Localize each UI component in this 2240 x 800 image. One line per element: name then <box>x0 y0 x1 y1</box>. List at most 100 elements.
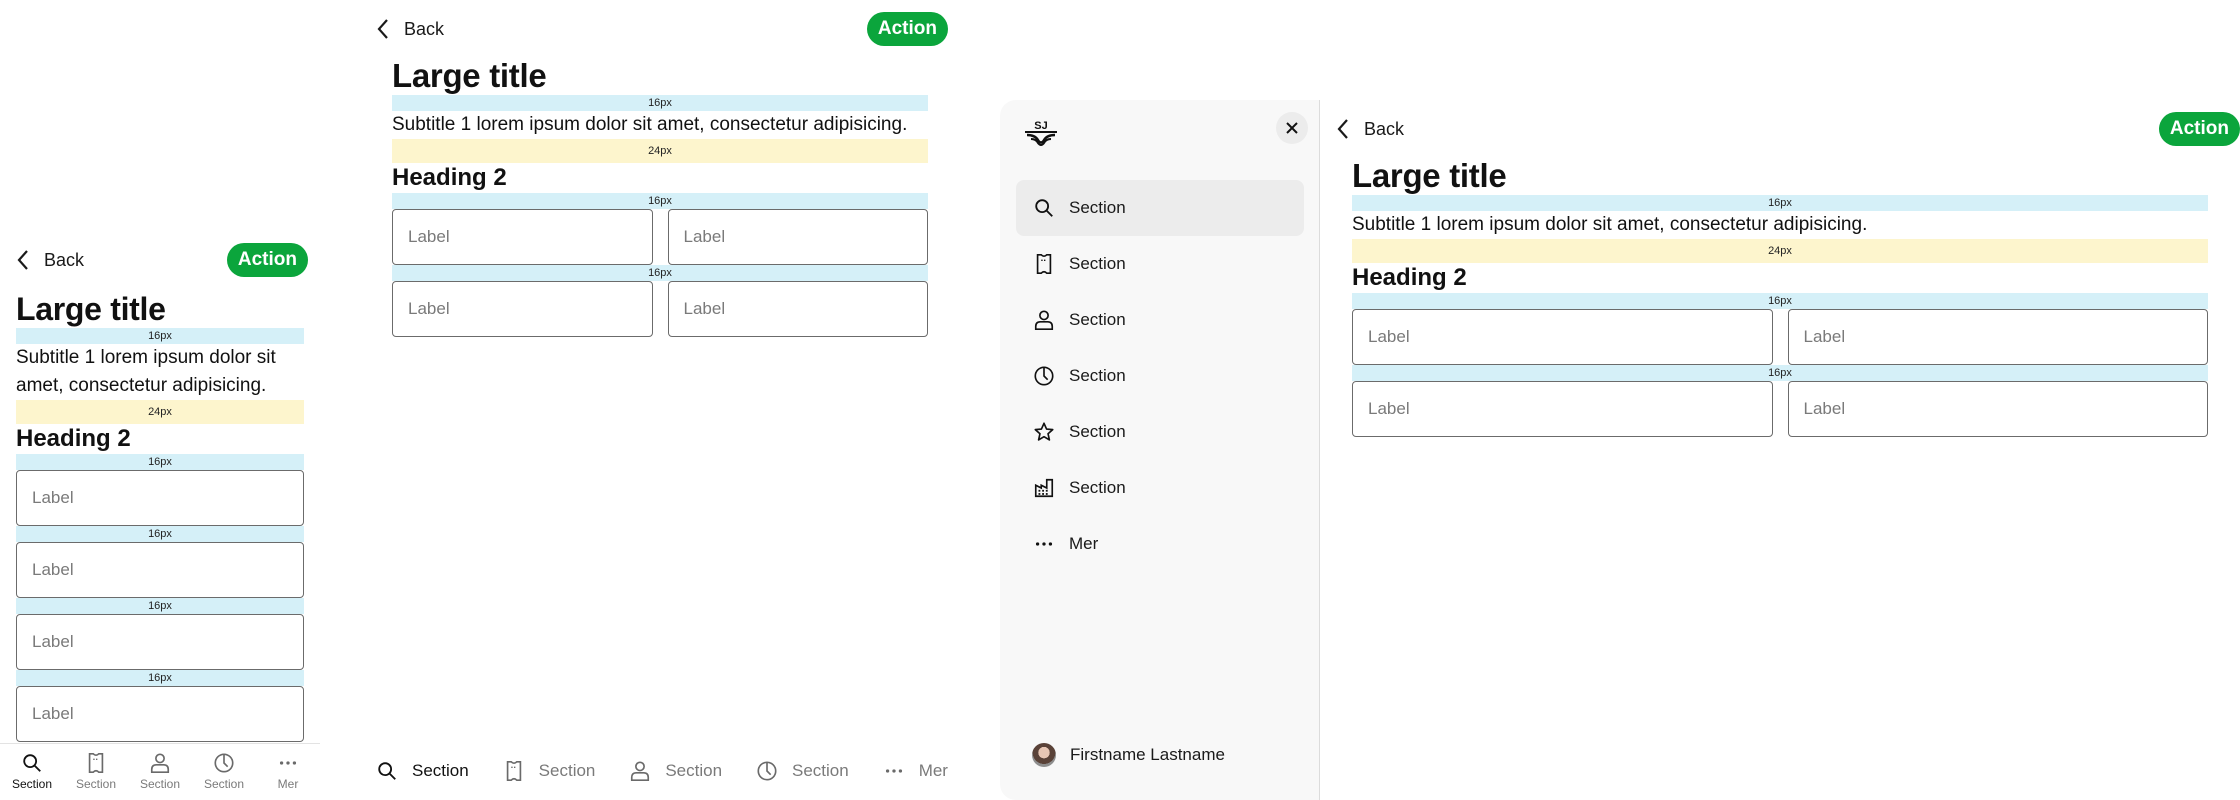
text-field[interactable]: Label <box>1787 309 2208 365</box>
heading-2: Heading 2 <box>1352 264 1467 291</box>
text-field[interactable]: Label <box>16 614 304 670</box>
bottom-nav: Section Section Section Section Mer <box>376 755 948 787</box>
text-field[interactable]: Label <box>667 281 928 337</box>
sidebar-item-label: Section <box>1069 366 1126 385</box>
mobile-layout: Back Action Large title 16px Subtitle 1 … <box>0 0 320 800</box>
spacer-16: 16px <box>392 193 928 209</box>
nav-label: Section <box>792 761 849 780</box>
text-field[interactable]: Label <box>16 470 304 526</box>
sidebar-item-profile[interactable]: Section <box>1016 292 1304 348</box>
nav-item-more[interactable]: Mer <box>883 760 948 782</box>
search-icon <box>378 762 396 780</box>
person-icon <box>631 761 650 781</box>
ticket-icon <box>88 753 104 773</box>
chevron-left-icon <box>17 250 28 270</box>
nav-item-search[interactable]: Section <box>0 752 64 800</box>
heading-2: Heading 2 <box>16 425 131 452</box>
desktop-layout: SJ Section Section Section Section Secti… <box>1000 100 2240 800</box>
nav-item-tickets[interactable]: Section <box>64 752 128 800</box>
action-button[interactable]: Action <box>866 12 948 46</box>
field-row: Label Label <box>392 281 928 337</box>
spacer-16: 16px <box>1352 365 2208 381</box>
nav-label: Mer <box>277 777 299 791</box>
sidebar-item-label: Section <box>1069 478 1126 497</box>
text-field[interactable]: Label <box>392 281 653 337</box>
top-bar: Back Action <box>1336 112 2240 146</box>
large-title: Large title <box>16 291 166 327</box>
spacer-16: 16px <box>392 95 928 111</box>
action-button[interactable]: Action <box>2158 112 2240 146</box>
subtitle: Subtitle 1 lorem ipsum dolor sit amet, c… <box>392 114 908 135</box>
spacer-16: 16px <box>1352 195 2208 211</box>
nav-item-profile[interactable]: Section <box>128 752 192 800</box>
nav-label: Section <box>139 777 181 791</box>
person-icon <box>1034 310 1054 330</box>
text-field[interactable]: Label <box>667 209 928 265</box>
sidebar-item-label: Mer <box>1069 534 1099 553</box>
nav-label: Section <box>11 777 53 791</box>
profile-name: Firstname Lastname <box>1070 745 1225 764</box>
logo-text: SJ <box>1034 120 1047 132</box>
sidebar-item-label: Section <box>1069 198 1126 217</box>
sidebar-item-history[interactable]: Section <box>1016 348 1304 404</box>
nav-item-profile[interactable]: Section <box>629 760 722 782</box>
text-field[interactable]: Label <box>1352 381 1773 437</box>
text-field[interactable]: Label <box>16 686 304 742</box>
sidebar-item-company[interactable]: Section <box>1016 460 1304 516</box>
star-icon <box>1034 422 1054 441</box>
sidebar: SJ Section Section Section Section Secti… <box>1000 100 1320 800</box>
back-button[interactable]: Back <box>16 249 84 271</box>
spacer-24: 24px <box>1352 239 2208 263</box>
sidebar-item-label: Section <box>1069 254 1126 273</box>
subtitle: Subtitle 1 lorem ipsum dolor sit amet, c… <box>16 347 276 396</box>
person-icon <box>150 753 170 773</box>
top-bar: Back Action <box>376 12 948 46</box>
field-row: Label Label <box>392 209 928 265</box>
sidebar-item-label: Section <box>1069 422 1126 441</box>
spacer-16: 16px <box>16 526 304 542</box>
text-field[interactable]: Label <box>1352 309 1773 365</box>
nav-item-search[interactable]: Section <box>376 760 469 782</box>
sidebar-item-more[interactable]: Mer <box>1016 516 1304 572</box>
spacer-16: 16px <box>16 598 304 614</box>
spacer-24: 24px <box>16 400 304 424</box>
back-label: Back <box>404 18 445 39</box>
building-icon <box>1034 478 1054 498</box>
close-sidebar-button[interactable] <box>1276 112 1308 144</box>
chevron-left-icon <box>1337 119 1348 139</box>
nav-item-history[interactable]: Section <box>192 752 256 800</box>
text-field[interactable]: Label <box>392 209 653 265</box>
clock-icon <box>757 761 777 781</box>
back-button[interactable]: Back <box>376 18 444 40</box>
large-title: Large title <box>1352 157 1507 194</box>
text-field[interactable]: Label <box>16 542 304 598</box>
nav-item-history[interactable]: Section <box>756 760 849 782</box>
nav-label: Section <box>538 761 596 780</box>
action-button[interactable]: Action <box>226 243 308 277</box>
clock-icon <box>214 753 234 773</box>
back-button[interactable]: Back <box>1336 118 1404 140</box>
spacer-16: 16px <box>16 454 304 470</box>
sidebar-item-favorites[interactable]: Section <box>1016 404 1304 460</box>
sidebar-nav: Section Section Section Section Section … <box>1016 180 1304 572</box>
field-row: Label Label <box>1352 381 2208 437</box>
spacer-16: 16px <box>392 265 928 281</box>
nav-label: Section <box>203 777 245 791</box>
sidebar-item-label: Section <box>1069 310 1126 329</box>
sidebar-item-search[interactable]: Section <box>1016 180 1304 236</box>
nav-item-more[interactable]: Mer <box>256 752 320 800</box>
nav-label: Section <box>412 761 469 780</box>
nav-label: Mer <box>918 761 948 780</box>
sidebar-item-tickets[interactable]: Section <box>1016 236 1304 292</box>
heading-2: Heading 2 <box>392 164 507 191</box>
bottom-nav: Section Section Section Section Mer <box>0 743 320 800</box>
clock-icon <box>1034 366 1054 386</box>
nav-item-tickets[interactable]: Section <box>503 760 596 782</box>
main-panel: Back Action Large title 16px Subtitle 1 … <box>1320 100 2240 800</box>
text-field[interactable]: Label <box>1787 381 2208 437</box>
more-icon <box>1035 542 1053 546</box>
user-profile[interactable]: Firstname Lastname <box>1032 743 1225 767</box>
page-content: Large title 16px Subtitle 1 lorem ipsum … <box>16 290 304 742</box>
close-icon <box>1286 122 1298 134</box>
spacer-16: 16px <box>16 328 304 344</box>
